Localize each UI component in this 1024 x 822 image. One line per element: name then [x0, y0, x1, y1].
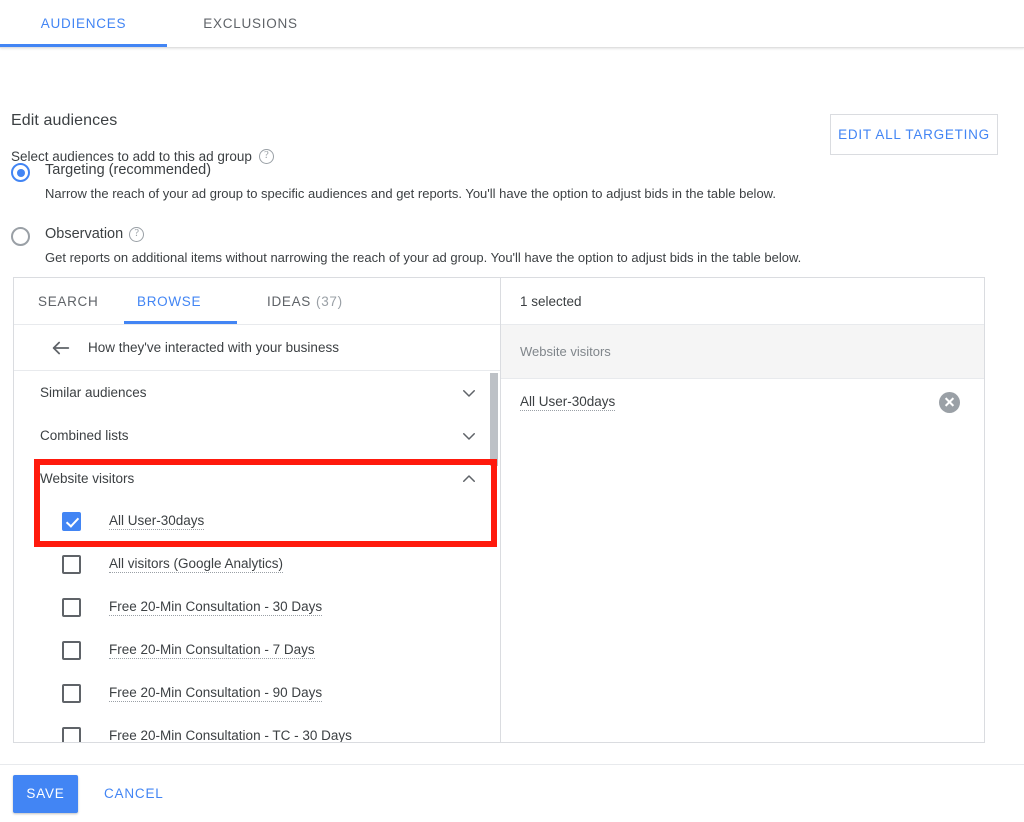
- group-label-combined-lists: Combined lists: [40, 428, 129, 443]
- group-label-similar-audiences: Similar audiences: [40, 385, 147, 400]
- mode-observation-label-row: Observation ?: [45, 224, 801, 244]
- picker-left-column: SEARCH BROWSE IDEAS (37) How they've int…: [14, 278, 501, 742]
- picker-tab-browse[interactable]: BROWSE: [137, 278, 201, 324]
- chevron-down-icon-similar-audiences[interactable]: [460, 384, 478, 402]
- checkbox-all-visitors-google-analytics[interactable]: [62, 555, 81, 574]
- edit-all-targeting-button[interactable]: EDIT ALL TARGETING: [830, 114, 998, 155]
- selection-group-header: Website visitors: [501, 325, 984, 379]
- group-row-combined-lists[interactable]: Combined lists: [14, 414, 500, 457]
- selection-item-label: All User-30days: [520, 393, 616, 411]
- picker-tab-search-label: SEARCH: [38, 293, 99, 309]
- tab-audiences[interactable]: AUDIENCES: [0, 0, 167, 47]
- list-item[interactable]: Free 20-Min Consultation - 30 Days: [14, 586, 500, 629]
- picker-tab-ideas[interactable]: IDEAS (37): [267, 278, 343, 324]
- mode-option-targeting[interactable]: Targeting (recommended) Narrow the reach…: [11, 160, 801, 203]
- arrow-left-icon[interactable]: [50, 337, 72, 359]
- edit-audiences-screen: AUDIENCES EXCLUSIONS Edit audiences Sele…: [0, 0, 1024, 822]
- selection-column: 1 selected Website visitors All User-30d…: [501, 278, 984, 742]
- checkbox-consultation-90-days[interactable]: [62, 684, 81, 703]
- help-circle-icon-observation[interactable]: ?: [129, 226, 145, 242]
- picker-active-tab-indicator: [124, 321, 237, 324]
- picker-tab-ideas-label: IDEAS: [267, 293, 312, 309]
- list-item-label: All visitors (Google Analytics): [109, 556, 284, 573]
- list-item[interactable]: All visitors (Google Analytics): [14, 543, 500, 586]
- active-tab-indicator: [0, 44, 167, 47]
- tab-exclusions[interactable]: EXCLUSIONS: [167, 0, 334, 47]
- top-tab-bar: AUDIENCES EXCLUSIONS: [0, 0, 1024, 48]
- checkbox-all-user-30days[interactable]: [62, 512, 81, 531]
- list-item-label: Free 20-Min Consultation - 90 Days: [109, 685, 323, 702]
- save-button[interactable]: SAVE: [13, 774, 78, 813]
- list-item-label: Free 20-Min Consultation - TC - 30 Days: [109, 728, 352, 742]
- cancel-button[interactable]: CANCEL: [94, 778, 174, 809]
- breadcrumb-label: How they've interacted with your busines…: [88, 340, 339, 355]
- mode-targeting-label: Targeting (recommended): [45, 162, 212, 178]
- selection-item: All User-30days: [501, 379, 984, 425]
- audience-picker-panel: SEARCH BROWSE IDEAS (37) How they've int…: [13, 277, 985, 743]
- mode-option-observation[interactable]: Observation ? Get reports on additional …: [11, 224, 801, 267]
- mode-targeting-label-row: Targeting (recommended): [45, 160, 801, 180]
- mode-observation-label: Observation: [45, 226, 124, 242]
- picker-tab-bar: SEARCH BROWSE IDEAS (37): [14, 278, 500, 325]
- page-title: Edit audiences: [11, 112, 118, 129]
- list-item-label: Free 20-Min Consultation - 7 Days: [109, 642, 315, 659]
- group-row-website-visitors[interactable]: Website visitors: [14, 457, 500, 500]
- radio-observation[interactable]: [11, 227, 30, 246]
- tab-audiences-label: AUDIENCES: [40, 16, 127, 31]
- list-item[interactable]: Free 20-Min Consultation - 90 Days: [14, 672, 500, 715]
- tab-exclusions-label: EXCLUSIONS: [203, 16, 298, 31]
- targeting-mode-group: Targeting (recommended) Narrow the reach…: [11, 160, 801, 288]
- picker-tab-ideas-count: (37): [316, 293, 343, 309]
- breadcrumb: How they've interacted with your busines…: [14, 325, 500, 371]
- mode-observation-description: Get reports on additional items without …: [45, 250, 802, 265]
- action-bar: SAVE CANCEL: [0, 764, 1024, 822]
- chevron-down-icon-combined-lists[interactable]: [460, 427, 478, 445]
- checkbox-consultation-7-days[interactable]: [62, 641, 81, 660]
- list-item[interactable]: All User-30days: [14, 500, 500, 543]
- mode-targeting-description: Narrow the reach of your ad group to spe…: [45, 186, 776, 201]
- list-item-label: Free 20-Min Consultation - 30 Days: [109, 599, 323, 616]
- checkbox-consultation-30-days[interactable]: [62, 598, 81, 617]
- list-item[interactable]: Free 20-Min Consultation - TC - 30 Days: [14, 715, 500, 742]
- audience-list: Similar audiences Combined lists Website…: [14, 371, 500, 742]
- group-row-similar-audiences[interactable]: Similar audiences: [14, 371, 500, 414]
- picker-tab-search[interactable]: SEARCH: [38, 278, 98, 324]
- list-scrollbar[interactable]: [490, 371, 498, 742]
- chevron-up-icon-website-visitors[interactable]: [460, 470, 478, 488]
- list-item-label: All User-30days: [109, 513, 205, 530]
- radio-targeting[interactable]: [11, 163, 30, 182]
- checkbox-consultation-tc-30-days[interactable]: [62, 727, 81, 742]
- selection-summary: 1 selected: [501, 278, 984, 325]
- picker-tab-browse-label: BROWSE: [137, 293, 202, 309]
- group-label-website-visitors: Website visitors: [40, 471, 135, 486]
- close-circle-icon[interactable]: [939, 391, 960, 413]
- list-scrollbar-thumb[interactable]: [490, 373, 498, 466]
- list-item[interactable]: Free 20-Min Consultation - 7 Days: [14, 629, 500, 672]
